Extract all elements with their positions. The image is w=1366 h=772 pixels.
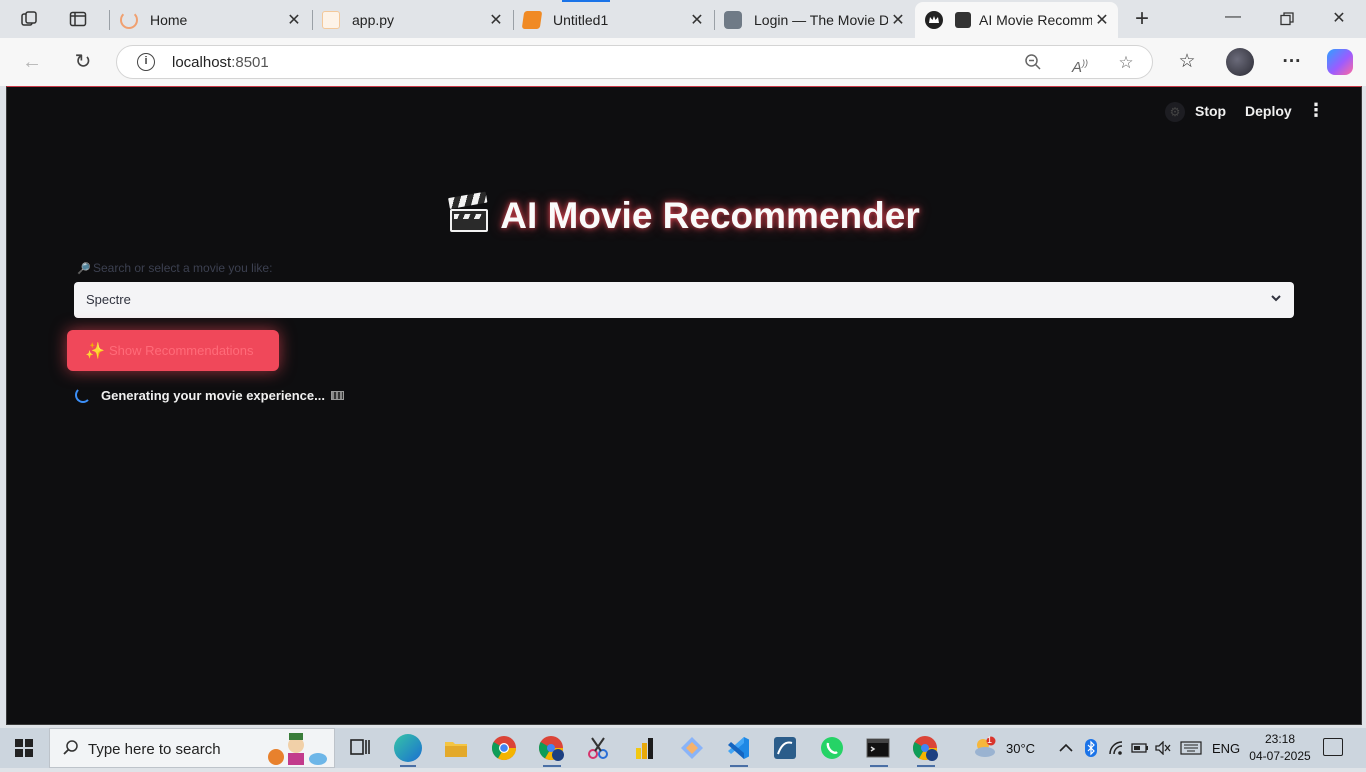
running-man-icon: ⚙ bbox=[1165, 102, 1185, 122]
chevron-down-icon[interactable] bbox=[1268, 290, 1284, 306]
more-options-icon[interactable]: ··· bbox=[1280, 50, 1304, 74]
site-info-icon[interactable]: i bbox=[137, 53, 155, 71]
movie-select-label-text: Search or select a movie you like: bbox=[93, 261, 273, 275]
windows-start-icon[interactable] bbox=[15, 739, 33, 757]
tab-title: Home bbox=[150, 12, 188, 28]
refresh-button[interactable]: ↻ bbox=[71, 50, 95, 74]
streamlit-header: ⚙ Stop Deploy ⋮ bbox=[1061, 87, 1361, 135]
search-highlight-illustration-icon bbox=[262, 731, 330, 767]
edge-browser-icon[interactable] bbox=[394, 734, 422, 767]
network-icon[interactable] bbox=[1108, 728, 1124, 768]
search-icon bbox=[62, 739, 80, 762]
show-recommendations-button[interactable]: ✨ Show Recommendations bbox=[67, 330, 279, 371]
stop-button[interactable]: Stop bbox=[1195, 103, 1226, 119]
tab-ai-movie-recommender[interactable]: AI Movie Recomm ✕ bbox=[915, 2, 1118, 38]
chrome-icon[interactable] bbox=[490, 734, 520, 762]
chrome-secondary-icon[interactable] bbox=[911, 734, 941, 767]
clapperboard-icon bbox=[955, 12, 971, 28]
browser-toolbar: ← ↻ i localhost:8501 A)) ☆ ☆ ··· bbox=[0, 38, 1366, 86]
tmdb-icon bbox=[724, 11, 742, 29]
streamlit-crown-icon bbox=[925, 11, 943, 29]
mysql-workbench-icon[interactable] bbox=[771, 734, 801, 762]
profile-avatar[interactable] bbox=[1226, 48, 1254, 76]
terminal-icon[interactable] bbox=[864, 734, 894, 767]
weather-badge: 1 bbox=[987, 735, 993, 745]
close-window-button[interactable]: ✕ bbox=[1327, 8, 1351, 30]
taskbar-search-placeholder: Type here to search bbox=[88, 741, 221, 758]
tab-title: Login — The Movie D bbox=[754, 12, 888, 28]
tab-title: Untitled1 bbox=[553, 12, 609, 28]
weather-cloud-icon bbox=[975, 736, 996, 757]
weather-temp: 30°C bbox=[1006, 740, 1036, 756]
url-host: localhost bbox=[172, 54, 232, 71]
close-icon[interactable]: ✕ bbox=[687, 10, 707, 30]
bluetooth-icon[interactable] bbox=[1085, 728, 1097, 768]
copilot-icon[interactable] bbox=[1327, 49, 1353, 75]
sparkles-icon: ✨ bbox=[85, 342, 105, 360]
weather-widget[interactable]: 1 30°C bbox=[972, 728, 1035, 768]
loading-spinner-icon bbox=[120, 11, 138, 29]
snipping-tool-icon[interactable] bbox=[584, 734, 614, 762]
close-icon[interactable]: ✕ bbox=[486, 10, 506, 30]
url-port: :8501 bbox=[231, 54, 269, 71]
favorites-icon[interactable]: ☆ bbox=[1175, 50, 1199, 74]
volume-muted-icon[interactable] bbox=[1155, 728, 1171, 768]
zoom-icon[interactable] bbox=[1023, 53, 1043, 73]
show-hidden-icons-icon[interactable] bbox=[1059, 728, 1073, 768]
read-aloud-icon[interactable]: A)) bbox=[1070, 53, 1090, 76]
battery-icon[interactable] bbox=[1131, 728, 1149, 768]
file-explorer-icon[interactable] bbox=[441, 734, 471, 762]
workspaces-icon[interactable] bbox=[19, 9, 39, 29]
restore-button[interactable] bbox=[1275, 8, 1299, 30]
keyboard-icon[interactable] bbox=[1180, 728, 1202, 768]
notebook-icon bbox=[521, 11, 543, 29]
movie-select[interactable]: Spectre bbox=[74, 282, 1294, 318]
magnifier-icon: 🔎 bbox=[77, 263, 91, 275]
git-tool-icon[interactable] bbox=[678, 734, 708, 762]
input-language[interactable]: ENG bbox=[1212, 728, 1240, 768]
main-menu-icon[interactable]: ⋮ bbox=[1307, 99, 1325, 121]
tab-app-py[interactable]: app.py ✕ bbox=[312, 2, 512, 38]
url-text[interactable]: localhost:8501 bbox=[172, 54, 269, 71]
favorite-star-icon[interactable]: ☆ bbox=[1116, 53, 1136, 73]
tab-tmdb-login[interactable]: Login — The Movie D ✕ bbox=[714, 2, 914, 38]
show-recommendations-label: Show Recommendations bbox=[109, 343, 254, 358]
selected-movie: Spectre bbox=[86, 292, 131, 307]
spinner-icon bbox=[75, 387, 91, 403]
tab-home[interactable]: Home ✕ bbox=[110, 2, 310, 38]
tab-title: AI Movie Recomm bbox=[979, 12, 1092, 28]
close-icon[interactable]: ✕ bbox=[888, 10, 908, 30]
clock-date: 04-07-2025 bbox=[1249, 749, 1311, 763]
film-icon bbox=[330, 390, 344, 400]
address-bar[interactable]: i localhost:8501 A)) ☆ bbox=[116, 45, 1153, 79]
clapperboard-icon bbox=[448, 191, 489, 232]
clock[interactable]: 23:18 04-07-2025 bbox=[1246, 731, 1314, 765]
clock-time: 23:18 bbox=[1264, 732, 1296, 746]
windows-taskbar: Type here to search 1 30°C ENG 23:18 04-… bbox=[0, 728, 1366, 768]
page-title-text: AI Movie Recommender bbox=[500, 195, 920, 236]
task-view-icon[interactable] bbox=[345, 734, 375, 762]
back-button[interactable]: ← bbox=[20, 50, 44, 74]
chrome-profile-icon[interactable] bbox=[537, 734, 567, 767]
vertical-tabs-icon[interactable] bbox=[68, 9, 88, 29]
close-icon[interactable]: ✕ bbox=[1092, 10, 1112, 30]
loading-spinner: Generating your movie experience... bbox=[75, 385, 344, 405]
page-title: AI Movie Recommender bbox=[7, 191, 1361, 237]
spinner-message: Generating your movie experience... bbox=[101, 387, 325, 403]
whatsapp-icon[interactable] bbox=[818, 734, 848, 762]
notification-center-icon[interactable] bbox=[1323, 738, 1343, 756]
file-icon bbox=[322, 11, 340, 29]
page-viewport: ⚙ Stop Deploy ⋮ AI Movie Recommender 🔎 Se… bbox=[6, 86, 1362, 725]
deploy-button[interactable]: Deploy bbox=[1245, 103, 1292, 119]
tab-untitled1[interactable]: Untitled1 ✕ bbox=[513, 2, 713, 38]
vscode-icon[interactable] bbox=[724, 734, 754, 767]
browser-tab-strip: Home ✕ app.py ✕ Untitled1 ✕ Login — The … bbox=[0, 0, 1366, 38]
close-icon[interactable]: ✕ bbox=[284, 10, 304, 30]
tab-title: app.py bbox=[352, 12, 395, 28]
minimize-button[interactable]: — bbox=[1221, 8, 1245, 30]
taskbar-search-box[interactable]: Type here to search bbox=[49, 728, 335, 768]
power-bi-icon[interactable] bbox=[631, 734, 661, 762]
movie-select-label: 🔎 Search or select a movie you like: bbox=[77, 261, 272, 275]
new-tab-button[interactable]: + bbox=[1130, 7, 1154, 32]
